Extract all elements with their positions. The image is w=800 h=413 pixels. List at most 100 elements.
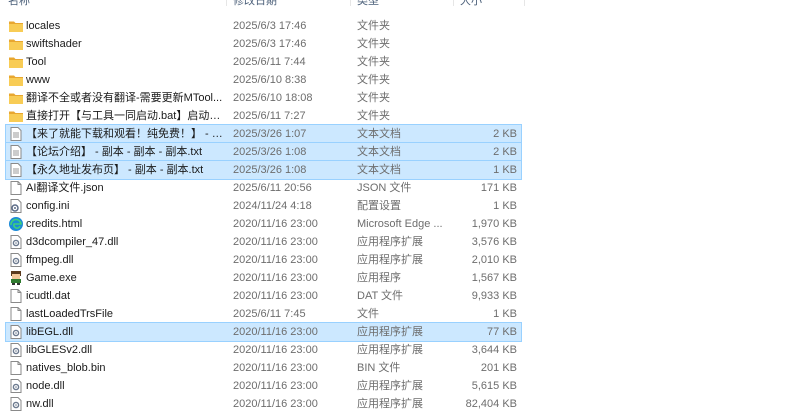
dll-icon: [8, 252, 24, 268]
file-name: www: [26, 74, 50, 86]
file-row[interactable]: Game.exe 2020/11/16 23:00 应用程序 1,567 KB: [6, 269, 521, 287]
file-name: config.ini: [26, 200, 70, 212]
dll-icon: [8, 234, 24, 250]
column-header-name[interactable]: 名称: [8, 0, 30, 10]
text-file-icon: [8, 144, 24, 160]
file-row[interactable]: icudtl.dat 2020/11/16 23:00 DAT 文件 9,933 KB: [6, 287, 521, 305]
blank-file-icon: [8, 288, 24, 304]
file-modified-date: 2024/11/24 4:18: [233, 200, 312, 212]
dll-icon: [8, 396, 24, 412]
file-name: Tool: [26, 56, 47, 68]
folder-icon: [8, 18, 24, 34]
column-header-size[interactable]: 大小: [460, 0, 482, 10]
file-size: 1 KB: [493, 164, 517, 176]
file-row[interactable]: AI翻译文件.json 2025/6/11 20:56 JSON 文件 171 KB: [6, 179, 521, 197]
file-size: 1,567 KB: [471, 272, 517, 284]
file-row[interactable]: swiftshader 2025/6/3 17:46 文件夹: [6, 35, 521, 53]
file-name: icudtl.dat: [26, 290, 71, 302]
file-row[interactable]: libEGL.dll 2020/11/16 23:00 应用程序扩展 77 KB: [5, 322, 522, 342]
file-name: natives_blob.bin: [26, 362, 106, 374]
file-name: Game.exe: [26, 272, 77, 284]
file-size: 2 KB: [493, 128, 517, 140]
blank-file-icon: [8, 306, 24, 322]
file-row[interactable]: node.dll 2020/11/16 23:00 应用程序扩展 5,615 KB: [6, 377, 521, 395]
dll-icon: [8, 342, 24, 358]
file-name: 【论坛介绍】 - 副本 - 副本 - 副本.txt: [26, 146, 202, 158]
file-row[interactable]: d3dcompiler_47.dll 2020/11/16 23:00 应用程序扩展…: [6, 233, 521, 251]
file-size: 3,644 KB: [471, 344, 517, 356]
file-modified-date: 2025/3/26 1:07: [233, 128, 307, 140]
file-row[interactable]: natives_blob.bin 2020/11/16 23:00 BIN 文件 20…: [6, 359, 521, 377]
file-name: d3dcompiler_47.dll: [26, 236, 119, 248]
file-modified-date: 2025/6/11 7:27: [233, 110, 306, 122]
file-size: 2 KB: [493, 146, 517, 158]
file-row[interactable]: www 2025/6/10 8:38 文件夹: [6, 71, 521, 89]
column-header-type[interactable]: 类型: [357, 0, 379, 10]
file-name: libEGL.dll: [26, 326, 74, 338]
file-modified-date: 2020/11/16 23:00: [233, 218, 318, 230]
column-divider[interactable]: [524, 0, 525, 6]
game-exe-icon: [8, 270, 24, 286]
file-name: credits.html: [26, 218, 83, 230]
file-name: node.dll: [26, 380, 65, 392]
text-file-icon: [8, 162, 24, 178]
file-size: 3,576 KB: [471, 236, 517, 248]
file-size: [446, 107, 517, 125]
dll-icon: [8, 324, 24, 340]
column-divider[interactable]: [453, 0, 454, 6]
dll-icon: [8, 378, 24, 394]
file-name: 【来了就能下载和观看！纯免费！】 - 副...: [26, 128, 224, 140]
edge-icon: [8, 216, 24, 232]
file-size: 201 KB: [480, 362, 517, 374]
column-divider[interactable]: [350, 0, 351, 6]
file-size: 1 KB: [493, 308, 517, 320]
column-header-date[interactable]: 修改日期: [233, 0, 277, 10]
file-modified-date: 2020/11/16 23:00: [233, 380, 318, 392]
file-modified-date: 2025/6/10 8:38: [233, 74, 307, 86]
file-name: swiftshader: [26, 38, 82, 50]
file-row[interactable]: 直接打开【与工具一同启动.bat】启动机翻 2025/6/11 7:27 文件夹: [6, 107, 521, 125]
file-size: [446, 89, 517, 107]
file-modified-date: 2020/11/16 23:00: [233, 326, 318, 338]
folder-icon: [8, 90, 24, 106]
file-name: 【永久地址发布页】 - 副本 - 副本.txt: [26, 164, 204, 176]
file-size: 5,615 KB: [471, 380, 517, 392]
text-file-icon: [8, 126, 24, 142]
folder-icon: [8, 72, 24, 88]
folder-icon: [8, 36, 24, 52]
file-row[interactable]: Tool 2025/6/11 7:44 文件夹: [6, 53, 521, 71]
file-name: 直接打开【与工具一同启动.bat】启动机翻: [26, 110, 224, 122]
folder-icon: [8, 54, 24, 70]
file-modified-date: 2025/6/11 20:56: [233, 182, 312, 194]
file-modified-date: 2020/11/16 23:00: [233, 344, 318, 356]
file-row[interactable]: 【永久地址发布页】 - 副本 - 副本.txt 2025/3/26 1:08 文本文…: [5, 160, 522, 180]
file-modified-date: 2025/6/11 7:45: [233, 308, 306, 320]
file-row[interactable]: 翻译不全或者没有翻译-需要更新MTool... 2025/6/10 18:08 文件…: [6, 89, 521, 107]
file-size: 1 KB: [493, 200, 517, 212]
file-name: locales: [26, 20, 61, 32]
file-row[interactable]: nw.dll 2020/11/16 23:00 应用程序扩展 82,404 KB: [6, 395, 521, 413]
file-row[interactable]: credits.html 2020/11/16 23:00 Microsoft Ed…: [6, 215, 521, 233]
file-name: AI翻译文件.json: [26, 182, 104, 194]
file-row[interactable]: config.ini 2024/11/24 4:18 配置设置 1 KB: [6, 197, 521, 215]
file-modified-date: 2025/6/10 18:08: [233, 92, 313, 104]
file-size: [446, 71, 517, 89]
file-row[interactable]: lastLoadedTrsFile 2025/6/11 7:45 文件 1 KB: [6, 305, 521, 323]
file-row[interactable]: 【论坛介绍】 - 副本 - 副本 - 副本.txt 2025/3/26 1:08 文…: [5, 142, 522, 162]
file-row[interactable]: locales 2025/6/3 17:46 文件夹: [6, 17, 521, 35]
file-modified-date: 2025/3/26 1:08: [233, 164, 307, 176]
json-file-icon: [8, 180, 24, 196]
folder-icon: [8, 108, 24, 124]
file-name: ffmpeg.dll: [26, 254, 74, 266]
file-size: 82,404 KB: [465, 398, 517, 410]
file-size: [446, 17, 517, 35]
column-divider[interactable]: [226, 0, 227, 6]
file-row[interactable]: libGLESv2.dll 2020/11/16 23:00 应用程序扩展 3,644…: [6, 341, 521, 359]
file-modified-date: 2025/6/3 17:46: [233, 20, 307, 32]
file-modified-date: 2020/11/16 23:00: [233, 290, 318, 302]
file-modified-date: 2020/11/16 23:00: [233, 272, 318, 284]
file-row[interactable]: 【来了就能下载和观看！纯免费！】 - 副... 2025/3/26 1:07 文本文…: [5, 124, 522, 144]
file-name: nw.dll: [26, 398, 54, 410]
file-row[interactable]: ffmpeg.dll 2020/11/16 23:00 应用程序扩展 2,010 KB: [6, 251, 521, 269]
settings-file-icon: [8, 198, 24, 214]
